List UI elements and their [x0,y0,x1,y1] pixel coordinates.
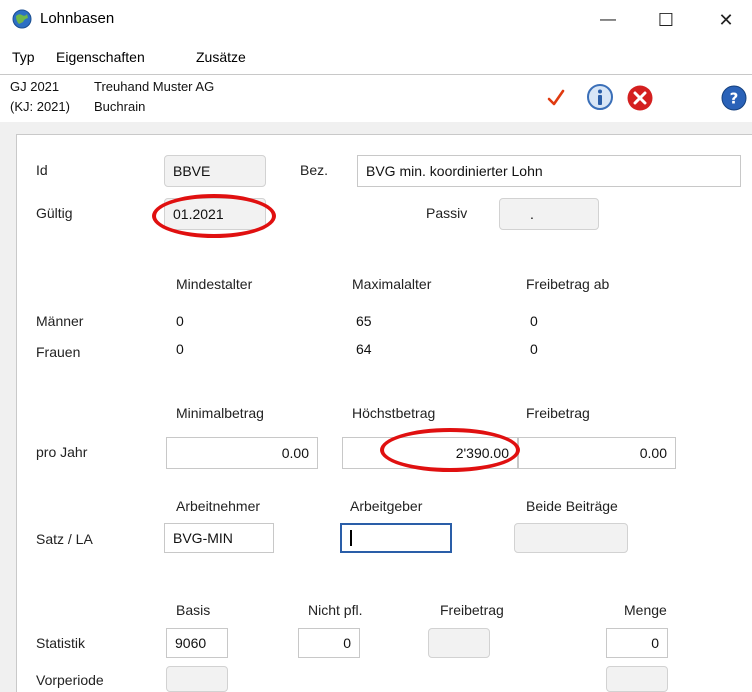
vorperiode-basis-field [166,666,228,692]
header-freibetrag-ab: Freibetrag ab [526,276,610,292]
title-bar: Lohnbasen — ☐ ✕ [0,0,752,40]
maenner-label: Männer [36,313,84,329]
frauen-label: Frauen [36,344,81,360]
freibetrag-stat-field [428,628,490,658]
globe-icon [12,9,32,29]
maximize-button[interactable]: ☐ [640,0,692,40]
bez-field[interactable]: BVG min. koordinierter Lohn [357,155,741,187]
header-freibetrag-stat: Freibetrag [440,602,504,618]
menge-field[interactable]: 0 [606,628,668,658]
header-basis: Basis [176,602,211,618]
close-button[interactable]: ✕ [700,0,752,40]
help-icon[interactable]: ? [720,84,748,112]
header-beide-beitraege: Beide Beiträge [526,498,618,514]
header-nicht-pfl: Nicht pfl. [308,602,363,618]
window-title: Lohnbasen [40,10,115,27]
fiscal-year: GJ 2021 [10,79,60,94]
frauen-mindestalter[interactable]: 0 [168,336,248,362]
id-field: BBVE [164,155,266,187]
gueltig-label: Gültig [36,205,73,221]
header-mindestalter: Mindestalter [176,276,253,292]
header-menge: Menge [624,602,667,618]
header-freibetrag: Freibetrag [526,405,590,421]
cancel-icon[interactable] [626,84,654,112]
svg-text:?: ? [730,90,739,108]
basis-field[interactable]: 9060 [166,628,228,658]
frauen-maximalalter[interactable]: 64 [348,336,428,362]
company-location: Buchrain [94,99,146,114]
header-arbeitnehmer: Arbeitnehmer [176,498,261,514]
check-icon[interactable] [542,84,570,112]
bez-label: Bez. [300,162,329,178]
frauen-freibetrag-ab[interactable]: 0 [522,336,602,362]
vorperiode-menge-field [606,666,668,692]
arbeitnehmer-field[interactable]: BVG-MIN [164,523,274,553]
header-maximalalter: Maximalalter [352,276,432,292]
statistik-label: Statistik [36,635,86,651]
passiv-field: . [499,198,599,230]
pro-jahr-label: pro Jahr [36,444,88,460]
maenner-mindestalter[interactable]: 0 [168,308,248,334]
freibetrag-field[interactable]: 0.00 [518,437,676,469]
vorperiode-label: Vorperiode [36,672,104,688]
maenner-maximalalter[interactable]: 65 [348,308,428,334]
maenner-freibetrag-ab[interactable]: 0 [522,308,602,334]
calendar-year: (KJ: 2021) [10,99,70,114]
company-name: Treuhand Muster AG [94,79,215,94]
highlight-circle-hoechstbetrag [380,428,520,472]
id-label: Id [36,162,48,178]
header-arbeitgeber: Arbeitgeber [350,498,423,514]
minimalbetrag-field[interactable]: 0.00 [166,437,318,469]
menu-zusaetze[interactable]: Zusätze [196,49,246,65]
passiv-label: Passiv [426,205,468,221]
header-hoechstbetrag: Höchstbetrag [352,405,436,421]
menu-eigenschaften[interactable]: Eigenschaften [56,49,145,65]
menu-bar: Typ Eigenschaften Zusätze [0,46,752,70]
header-minimalbetrag: Minimalbetrag [176,405,264,421]
highlight-circle-gueltig [152,194,276,238]
arbeitgeber-field[interactable] [340,523,452,553]
minimize-button[interactable]: — [582,0,634,40]
satz-la-label: Satz / LA [36,531,93,547]
beide-beitraege-field [514,523,628,553]
info-icon[interactable] [586,84,614,112]
menu-typ[interactable]: Typ [12,49,35,65]
text-caret [350,530,352,546]
nicht-pfl-field[interactable]: 0 [298,628,360,658]
